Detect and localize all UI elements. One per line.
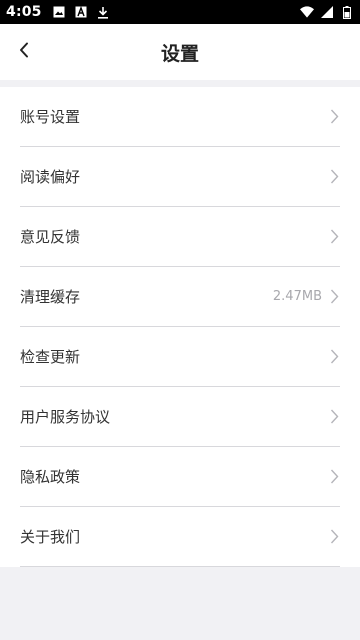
signal-icon — [320, 5, 334, 19]
settings-item-label: 检查更新 — [20, 348, 81, 366]
chevron-right-icon — [328, 529, 340, 545]
settings-item-label: 账号设置 — [20, 108, 81, 126]
settings-item-label: 隐私政策 — [20, 468, 81, 486]
settings-item-label: 阅读偏好 — [20, 168, 81, 186]
page-title: 设置 — [160, 42, 199, 65]
wifi-icon — [300, 5, 314, 19]
section-gap — [0, 80, 360, 87]
settings-item-reading-preference[interactable]: 阅读偏好 — [20, 147, 340, 207]
back-button[interactable] — [10, 36, 38, 68]
status-time: 4:05 — [6, 4, 42, 20]
font-icon — [74, 5, 88, 19]
settings-item-label: 意见反馈 — [20, 228, 81, 246]
chevron-right-icon — [328, 409, 340, 425]
app-header: 设置 — [0, 24, 360, 80]
battery-icon — [340, 5, 354, 19]
chevron-right-icon — [328, 349, 340, 365]
settings-item-privacy-policy[interactable]: 隐私政策 — [20, 447, 340, 507]
chevron-right-icon — [328, 169, 340, 185]
image-icon — [52, 5, 66, 19]
settings-item-label: 用户服务协议 — [20, 408, 111, 426]
settings-list: 账号设置 阅读偏好 意见反馈 清理缓存 2.47MB 检查更新 用户服务协议 隐… — [0, 87, 360, 567]
status-bar: 4:05 — [0, 0, 360, 24]
download-icon — [96, 5, 110, 19]
settings-item-label: 关于我们 — [20, 528, 81, 546]
status-system-icons — [300, 5, 354, 19]
chevron-right-icon — [328, 109, 340, 125]
settings-item-user-agreement[interactable]: 用户服务协议 — [20, 387, 340, 447]
settings-item-feedback[interactable]: 意见反馈 — [20, 207, 340, 267]
settings-item-about-us[interactable]: 关于我们 — [20, 507, 340, 567]
settings-item-check-update[interactable]: 检查更新 — [20, 327, 340, 387]
settings-item-account[interactable]: 账号设置 — [20, 87, 340, 147]
chevron-right-icon — [328, 289, 340, 305]
settings-item-label: 清理缓存 — [20, 288, 81, 306]
cache-size-value: 2.47MB — [272, 289, 322, 304]
settings-item-clear-cache[interactable]: 清理缓存 2.47MB — [20, 267, 340, 327]
status-notification-icons — [52, 5, 110, 19]
back-arrow-icon — [19, 42, 29, 62]
chevron-right-icon — [328, 469, 340, 485]
chevron-right-icon — [328, 229, 340, 245]
